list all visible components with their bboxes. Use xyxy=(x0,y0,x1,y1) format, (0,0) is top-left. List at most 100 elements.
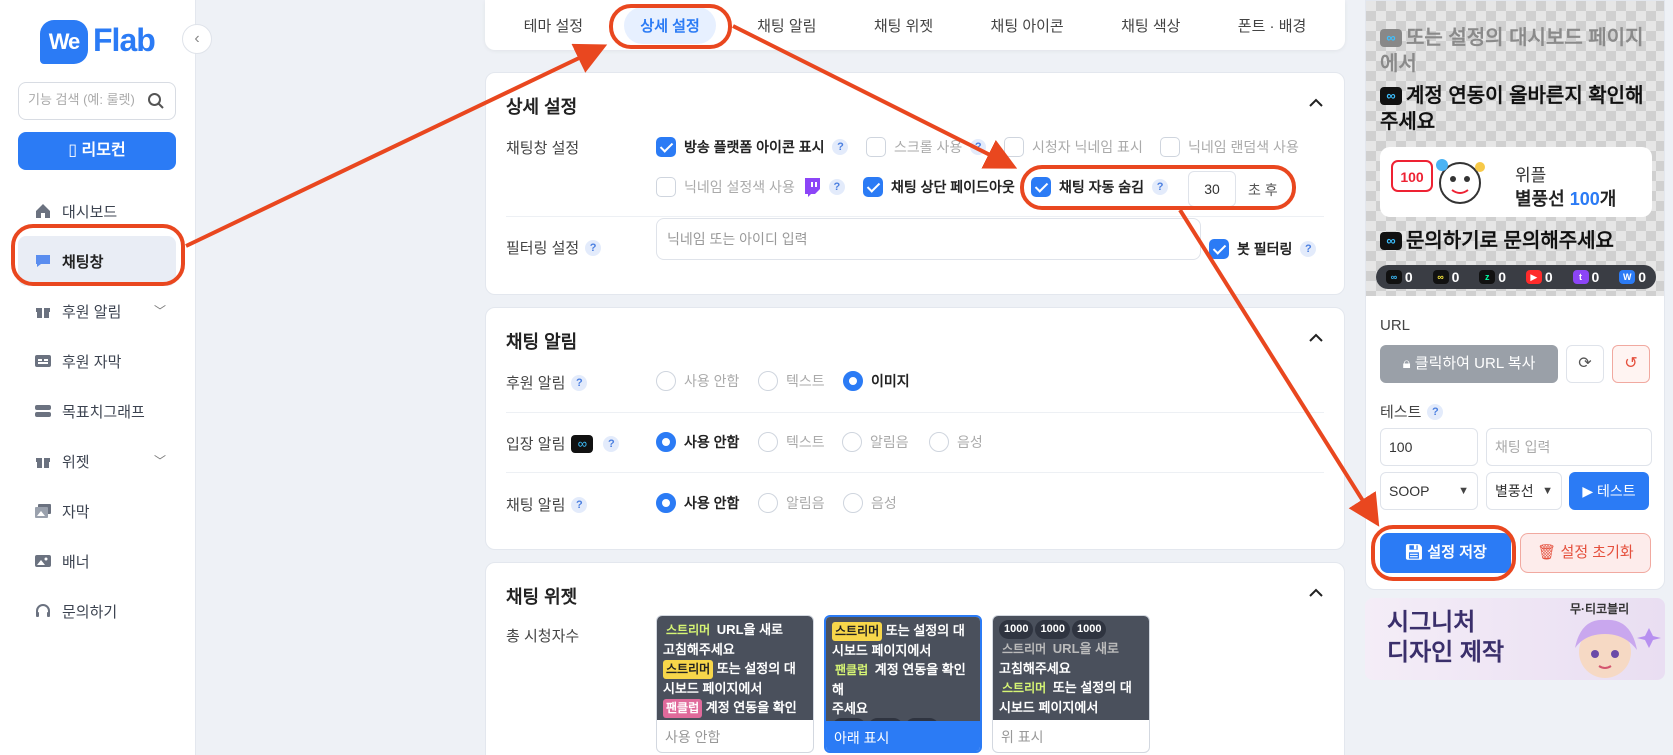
platform-select[interactable]: SOOP ▼ xyxy=(1380,472,1478,510)
help-icon[interactable]: ? xyxy=(571,374,588,391)
donation-alert-image-radio[interactable]: 이미지 xyxy=(843,371,910,391)
thumb-caption: 위 표시 xyxy=(1001,729,1044,745)
remote-label: 리모컨 xyxy=(81,142,126,159)
test-chat-input[interactable]: 채팅 입력 xyxy=(1486,428,1652,466)
help-icon[interactable]: ? xyxy=(1427,403,1444,420)
sidebar-item-goal-graph[interactable]: 목표치그래프 xyxy=(18,386,176,436)
weflab-logo[interactable]: We Flab xyxy=(40,18,156,68)
sidebar-item-widget[interactable]: 위젯 ﹀ xyxy=(18,436,176,486)
sidebar-item-caption[interactable]: 자막 xyxy=(18,486,176,536)
chat-alert-voice-radio[interactable]: 음성 xyxy=(843,493,897,513)
chevron-up-icon[interactable] xyxy=(1308,95,1324,111)
preview-line: ∞ 또는 설정의 대시보드 페이지에서 xyxy=(1380,25,1650,77)
help-icon[interactable]: ? xyxy=(970,139,987,155)
auto-hide-suffix: 초 후 xyxy=(1248,182,1278,198)
sidebar-item-chat[interactable]: 채팅창 xyxy=(18,236,176,286)
refresh-url-button[interactable]: ⟳ xyxy=(1566,345,1604,383)
chat-alert-sound-radio[interactable]: 알림음 xyxy=(758,493,825,513)
top-fadeout-checkbox[interactable]: 채팅 상단 페이드아웃 xyxy=(863,177,1015,197)
reset-settings-button[interactable]: 🗑︎ 설정 초기화 xyxy=(1520,533,1651,573)
save-settings-button[interactable]: 💾︎ 설정 저장 xyxy=(1380,533,1511,573)
entry-alert-none-radio[interactable]: 사용 안함 xyxy=(656,432,739,452)
chevron-up-icon[interactable] xyxy=(1308,585,1324,601)
button-label: 설정 저장 xyxy=(1427,544,1487,561)
sidebar-item-label: 문의하기 xyxy=(62,603,118,621)
logo-text: Flab xyxy=(93,22,156,58)
reset-url-button[interactable]: ↺ xyxy=(1612,345,1650,383)
remote-control-button[interactable]: ▯ 리모컨 xyxy=(18,132,176,170)
donation-type-select[interactable]: 별풍선 ▼ xyxy=(1486,472,1562,510)
tab-detail[interactable]: 상세 설정 xyxy=(624,6,716,44)
tab-theme[interactable]: 테마 설정 xyxy=(508,7,599,44)
preview-line: ∞ 계정 연동이 올바른지 확인해주세요 xyxy=(1380,83,1650,135)
donation-alert-text-radio[interactable]: 텍스트 xyxy=(758,371,825,391)
sidebar-item-banner[interactable]: 배너 xyxy=(18,536,176,586)
sidebar-item-donation-alert[interactable]: 후원 알림 ﹀ xyxy=(18,286,176,336)
button-label: 테스트 xyxy=(1597,483,1636,499)
label-text: URL xyxy=(1380,317,1411,334)
platform-icon-checkbox[interactable]: 방송 플랫폼 아이콘 표시? xyxy=(656,137,849,157)
help-icon[interactable]: ? xyxy=(828,179,845,195)
sidebar-item-dashboard[interactable]: 대시보드 xyxy=(18,186,176,236)
donation-mascot-image: 100 xyxy=(1391,159,1485,204)
fanclub-tag: 팬클럽 xyxy=(663,699,703,718)
chat-settings-label: 채팅창 설정 xyxy=(506,137,579,158)
viewers-option-none[interactable]: 스트리머 URL을 새로 고침해주세요 스트리머 또는 설정의 대 시보드 페이… xyxy=(656,615,814,753)
entry-alert-text-radio[interactable]: 텍스트 xyxy=(758,432,825,452)
images-icon xyxy=(35,504,51,518)
tab-chat-color[interactable]: 채팅 색상 xyxy=(1105,7,1196,44)
checkbox-label: 닉네임 설정색 사용 xyxy=(684,179,795,195)
radio-dot xyxy=(843,493,863,513)
entry-alert-label: 입장 알림 ∞? xyxy=(506,433,620,454)
tab-font-background[interactable]: 폰트 · 배경 xyxy=(1222,7,1323,44)
card-title: 채팅 알림 xyxy=(506,332,578,352)
sidebar-item-donation-caption[interactable]: 후원 자막 xyxy=(18,336,176,386)
tab-chat-alert[interactable]: 채팅 알림 xyxy=(741,7,832,44)
viewers-option-below[interactable]: 스트리머 또는 설정의 대 시보드 페이지에서 팬클럽 계정 연동을 확인해 주… xyxy=(824,615,982,753)
help-icon[interactable]: ? xyxy=(571,496,588,513)
help-icon[interactable]: ? xyxy=(585,239,602,256)
entry-alert-voice-radio[interactable]: 음성 xyxy=(929,432,983,452)
nickname-set-color-checkbox[interactable]: 닉네임 설정색 사용? xyxy=(656,177,845,197)
filter-nickname-input[interactable]: 닉네임 또는 아이디 입력 xyxy=(656,218,1201,260)
tab-chat-icon[interactable]: 채팅 아이콘 xyxy=(975,7,1080,44)
auto-hide-checkbox[interactable]: 채팅 자동 숨김? xyxy=(1031,177,1169,197)
preview-text: URL을 새로 xyxy=(716,622,784,637)
help-icon[interactable]: ? xyxy=(1300,241,1317,257)
help-icon[interactable]: ? xyxy=(603,435,620,452)
lock-icon: 🔒︎ xyxy=(1402,355,1415,372)
bot-filter-checkbox[interactable]: 봇 필터링? xyxy=(1209,239,1317,259)
search-icon[interactable] xyxy=(147,92,165,115)
donation-preview-card: 100 위플 별풍선 100개 xyxy=(1380,147,1652,217)
feature-search-input[interactable] xyxy=(28,92,146,107)
headset-icon xyxy=(36,604,50,617)
viewer-nickname-checkbox[interactable]: 시청자 닉네임 표시 xyxy=(1004,137,1143,157)
thumb-caption: 사용 안함 xyxy=(665,729,721,745)
tab-chat-widget[interactable]: 채팅 위젯 xyxy=(858,7,949,44)
sidebar-item-inquiry[interactable]: 문의하기 xyxy=(18,586,176,636)
home-icon xyxy=(36,204,50,218)
test-button[interactable]: ▶ 테스트 xyxy=(1569,472,1649,510)
scroll-checkbox[interactable]: 스크롤 사용? xyxy=(866,137,987,157)
test-amount-input[interactable]: 100 xyxy=(1380,428,1478,466)
copy-url-button[interactable]: 🔒︎ 클릭하여 URL 복사 xyxy=(1380,345,1558,383)
entry-alert-sound-radio[interactable]: 알림음 xyxy=(842,432,909,452)
viewer-count-soop: 1000 xyxy=(999,620,1034,639)
signature-design-banner[interactable]: 시그니처 디자인 제작 무·티코블리 xyxy=(1365,598,1665,680)
loop-icon: ∞ xyxy=(1432,270,1449,284)
viewers-option-above[interactable]: 1000 1000 1000 스트리머 URL을 새로 고침해주세요 스트리머 또는… xyxy=(992,615,1150,753)
preview-text: 또는 설정의 대 xyxy=(885,623,965,638)
sidebar-item-label: 자막 xyxy=(62,503,90,521)
radio-dot xyxy=(656,493,676,513)
donation-alert-none-radio[interactable]: 사용 안함 xyxy=(656,371,739,391)
sidebar-collapse-button[interactable]: ‹ xyxy=(182,24,212,54)
chevron-up-icon[interactable] xyxy=(1308,330,1324,346)
auto-hide-seconds-input[interactable]: 30 xyxy=(1188,171,1236,207)
weflab-icon: W xyxy=(1619,270,1636,284)
help-icon[interactable]: ? xyxy=(1152,179,1169,195)
help-icon[interactable]: ? xyxy=(832,139,849,155)
nickname-random-color-checkbox[interactable]: 닉네임 랜덤색 사용 xyxy=(1160,137,1299,157)
chat-alert-none-radio[interactable]: 사용 안함 xyxy=(656,493,739,513)
chevron-down-icon[interactable]: ﹀ xyxy=(154,452,166,469)
chevron-down-icon[interactable]: ﹀ xyxy=(154,302,166,319)
